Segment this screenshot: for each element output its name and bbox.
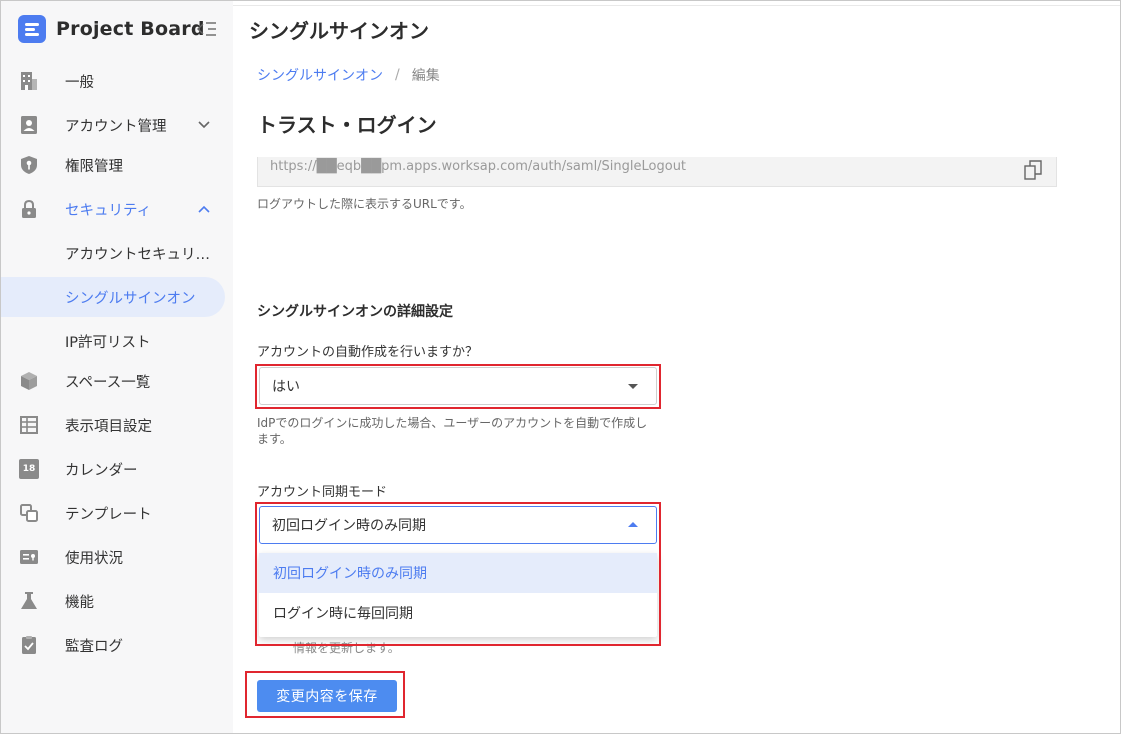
sidebar-item-display-fields[interactable]: 表示項目設定 — [1, 405, 225, 445]
sidebar-item-label: 機能 — [65, 594, 94, 611]
sidebar-item-label: 権限管理 — [65, 158, 123, 175]
highlight-box — [245, 671, 405, 718]
sync-mode-label: アカウント同期モード — [257, 485, 388, 500]
sidebar-item-permissions[interactable]: 権限管理 — [1, 145, 225, 185]
cube-icon — [21, 372, 37, 390]
collapse-sidebar-icon[interactable] — [197, 20, 217, 38]
account-card-icon — [21, 116, 37, 134]
sidebar-item-label: 使用状況 — [65, 550, 123, 567]
sidebar-item-single-sign-on[interactable]: シングルサインオン — [1, 277, 225, 317]
app-name: Project Board — [56, 18, 205, 40]
page-title: シングルサインオン — [249, 19, 429, 43]
app-window: Project Board 一般 アカウント管理 権限管理 セキュリティ アカウ… — [0, 0, 1121, 734]
flask-icon — [21, 592, 37, 609]
top-divider — [233, 5, 1120, 6]
sidebar-item-label: 一般 — [65, 74, 94, 91]
lock-icon — [22, 199, 36, 218]
sidebar-item-label: テンプレート — [65, 506, 152, 523]
sidebar-item-account-security[interactable]: アカウントセキュリテ… — [1, 233, 225, 273]
logout-url-value: https://██eqb██pm.apps.worksap.com/auth/… — [270, 159, 687, 174]
sidebar: Project Board 一般 アカウント管理 権限管理 セキュリティ アカウ… — [1, 1, 233, 733]
advanced-settings-title: シングルサインオンの詳細設定 — [257, 304, 453, 320]
table-icon — [20, 416, 38, 434]
sidebar-item-label: カレンダー — [65, 462, 138, 479]
sidebar-item-calendar[interactable]: 18 カレンダー — [1, 449, 225, 489]
auto-create-help: IdPでのログインに成功した場合、ユーザーのアカウントを自動で作成し ます。 — [257, 416, 648, 446]
brand[interactable]: Project Board — [18, 15, 205, 43]
sidebar-item-audit-log[interactable]: 監査ログ — [1, 625, 225, 665]
breadcrumb-link-sso[interactable]: シングルサインオン — [257, 65, 383, 85]
clipboard-check-icon — [22, 636, 36, 654]
sidebar-item-usage[interactable]: 使用状況 — [1, 537, 225, 577]
sidebar-item-general[interactable]: 一般 — [1, 61, 225, 101]
breadcrumb-separator: / — [395, 67, 400, 83]
chevron-down-icon — [198, 121, 210, 129]
sidebar-item-ip-allowlist[interactable]: IP許可リスト — [1, 321, 225, 361]
sidebar-item-security[interactable]: セキュリティ — [1, 189, 225, 229]
shield-key-icon — [21, 156, 37, 174]
usage-icon — [20, 550, 38, 564]
breadcrumb-current: 編集 — [411, 68, 440, 84]
logout-url-field[interactable]: https://██eqb██pm.apps.worksap.com/auth/… — [257, 157, 1057, 187]
main-content: シングルサインオン シングルサインオン / 編集 トラスト・ログイン https… — [233, 1, 1120, 733]
highlight-box — [255, 502, 661, 646]
chevron-up-icon — [198, 205, 210, 213]
sidebar-item-features[interactable]: 機能 — [1, 581, 225, 621]
sidebar-item-spaces[interactable]: スペース一覧 — [1, 361, 225, 401]
sidebar-item-label: 表示項目設定 — [65, 418, 152, 435]
sidebar-item-label: スペース一覧 — [65, 374, 151, 391]
sidebar-item-label: アカウント管理 — [65, 118, 167, 135]
sidebar-item-label: セキュリティ — [65, 202, 152, 219]
template-icon — [20, 504, 38, 522]
sidebar-item-label: 監査ログ — [65, 638, 123, 655]
sidebar-item-label: アカウントセキュリテ… — [65, 246, 219, 263]
logout-url-help: ログアウトした際に表示するURLです。 — [257, 197, 472, 211]
building-icon — [21, 72, 37, 90]
sidebar-item-label: IP許可リスト — [65, 334, 151, 351]
calendar-icon: 18 — [19, 459, 39, 479]
project-board-logo-icon — [18, 15, 46, 43]
section-title: トラスト・ログイン — [257, 113, 437, 137]
sidebar-item-label: シングルサインオン — [65, 290, 196, 307]
copy-icon[interactable] — [1024, 160, 1042, 180]
sidebar-item-templates[interactable]: テンプレート — [1, 493, 225, 533]
auto-create-label: アカウントの自動作成を行いますか？ — [257, 345, 479, 360]
highlight-box — [255, 364, 661, 409]
sidebar-item-account-management[interactable]: アカウント管理 — [1, 105, 225, 145]
breadcrumb: シングルサインオン / 編集 — [257, 65, 440, 85]
